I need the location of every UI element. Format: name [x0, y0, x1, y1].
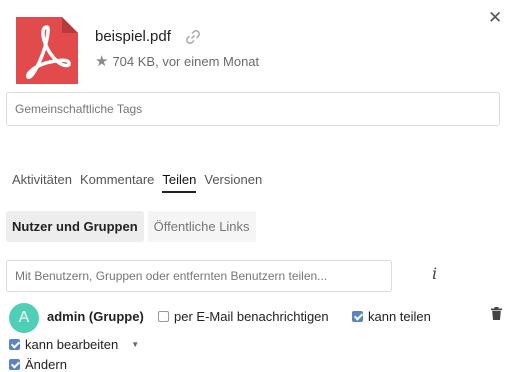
info-icon[interactable]: i [432, 264, 437, 283]
subtab-users-groups[interactable]: Nutzer und Gruppen [6, 211, 144, 242]
sharing-subtabs: Nutzer und Gruppen Öffentliche Links [6, 211, 256, 242]
file-meta-text: 704 KB, vor einem Monat [112, 54, 260, 69]
change-option[interactable]: Ändern [9, 357, 67, 372]
pdf-file-icon [16, 17, 78, 84]
sidebar-tabs: Aktivitäten Kommentare Teilen Versionen [12, 172, 262, 193]
email-notify-label: per E-Mail benachrichtigen [174, 309, 329, 324]
change-checkbox[interactable] [9, 359, 20, 370]
can-share-option[interactable]: kann teilen [352, 309, 431, 324]
link-icon[interactable] [185, 29, 201, 45]
avatar: A [9, 303, 39, 333]
close-icon[interactable]: ✕ [488, 9, 504, 26]
file-meta: ★ 704 KB, vor einem Monat [95, 54, 259, 69]
can-share-label: kann teilen [368, 309, 431, 324]
can-edit-option[interactable]: kann bearbeiten ▼ [9, 337, 139, 352]
tab-activities[interactable]: Aktivitäten [12, 172, 72, 193]
email-notify-option[interactable]: per E-Mail benachrichtigen [158, 309, 329, 324]
share-input[interactable]: Mit Benutzern, Gruppen oder entfernten B… [6, 260, 392, 292]
trash-icon[interactable] [491, 307, 502, 320]
can-share-checkbox[interactable] [352, 311, 363, 322]
tab-comments[interactable]: Kommentare [80, 172, 154, 193]
chevron-down-icon[interactable]: ▼ [131, 340, 139, 349]
subtab-public-links[interactable]: Öffentliche Links [147, 211, 256, 242]
tab-sharing[interactable]: Teilen [162, 172, 197, 193]
change-label: Ändern [25, 357, 67, 372]
star-icon[interactable]: ★ [95, 54, 108, 69]
can-edit-checkbox[interactable] [9, 339, 20, 350]
file-name: beispiel.pdf [95, 28, 171, 45]
can-edit-label: kann bearbeiten [25, 337, 119, 352]
email-notify-checkbox[interactable] [158, 311, 169, 322]
tags-input[interactable]: Gemeinschaftliche Tags [6, 92, 500, 126]
sharee-name: admin (Gruppe) [47, 309, 144, 324]
tab-versions[interactable]: Versionen [204, 172, 262, 193]
